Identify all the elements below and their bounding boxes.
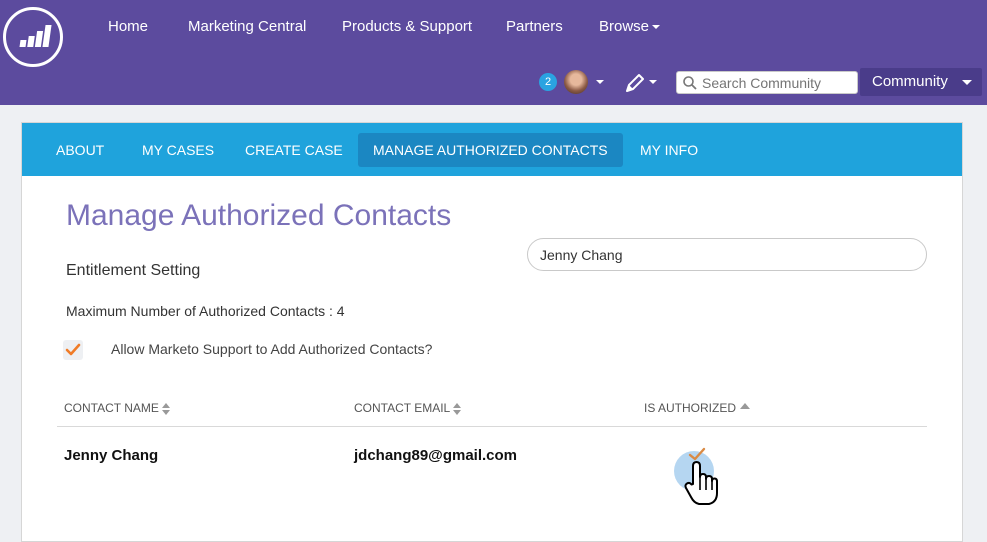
nav-partners[interactable]: Partners (506, 18, 563, 35)
tab-about[interactable]: ABOUT (41, 133, 119, 167)
nav-browse-label: Browse (599, 18, 650, 35)
nav-marketing-central[interactable]: Marketing Central (188, 18, 306, 35)
max-contacts-text: Maximum Number of Authorized Contacts : … (66, 303, 345, 319)
tab-bar: ABOUT MY CASES CREATE CASE MANAGE AUTHOR… (22, 123, 962, 176)
table-divider (57, 426, 927, 427)
column-header-is-authorized[interactable]: IS AUTHORIZED (644, 401, 751, 415)
chevron-down-icon (652, 25, 661, 30)
community-search-box[interactable] (676, 71, 858, 94)
marketo-logo-icon[interactable] (3, 7, 63, 67)
search-icon (683, 76, 697, 90)
sort-icon (161, 402, 170, 415)
section-heading: Entitlement Setting (66, 262, 201, 279)
chevron-down-icon (962, 80, 972, 85)
search-input[interactable] (702, 74, 852, 91)
tab-manage-authorized-contacts[interactable]: MANAGE AUTHORIZED CONTACTS (358, 133, 623, 167)
nav-products-support[interactable]: Products & Support (342, 18, 472, 35)
page-title: Manage Authorized Contacts (66, 199, 452, 232)
sort-ascending-icon (740, 403, 751, 409)
tab-my-cases[interactable]: MY CASES (127, 133, 229, 167)
nav-browse[interactable]: Browse (599, 18, 661, 35)
column-header-label: CONTACT NAME (64, 401, 159, 415)
column-header-contact-name[interactable]: CONTACT NAME (64, 401, 170, 415)
sort-icon (453, 402, 462, 415)
tab-create-case[interactable]: CREATE CASE (230, 133, 358, 167)
column-header-label: CONTACT EMAIL (354, 401, 451, 415)
chevron-down-icon[interactable] (596, 80, 604, 84)
contact-search-input[interactable] (527, 238, 927, 271)
top-navigation-bar: Home Marketing Central Products & Suppor… (0, 0, 987, 105)
hand-cursor-icon (684, 461, 718, 505)
nav-home[interactable]: Home (108, 18, 148, 35)
allow-support-checkbox[interactable] (63, 340, 83, 360)
contact-email-cell: jdchang89@gmail.com (354, 447, 518, 464)
allow-support-label: Allow Marketo Support to Add Authorized … (111, 341, 433, 357)
tab-my-info[interactable]: MY INFO (625, 133, 713, 167)
chevron-down-icon[interactable] (649, 80, 657, 84)
column-header-contact-email[interactable]: CONTACT EMAIL (354, 401, 462, 415)
pencil-icon[interactable] (624, 72, 646, 94)
content-card (21, 122, 963, 542)
notification-badge[interactable]: 2 (539, 73, 557, 91)
checkmark-icon (65, 343, 81, 356)
community-dropdown[interactable]: Community (860, 68, 982, 96)
community-dropdown-label: Community (872, 73, 948, 90)
contact-name-cell: Jenny Chang (64, 447, 159, 464)
column-header-label: IS AUTHORIZED (644, 401, 737, 415)
avatar[interactable] (564, 70, 588, 94)
